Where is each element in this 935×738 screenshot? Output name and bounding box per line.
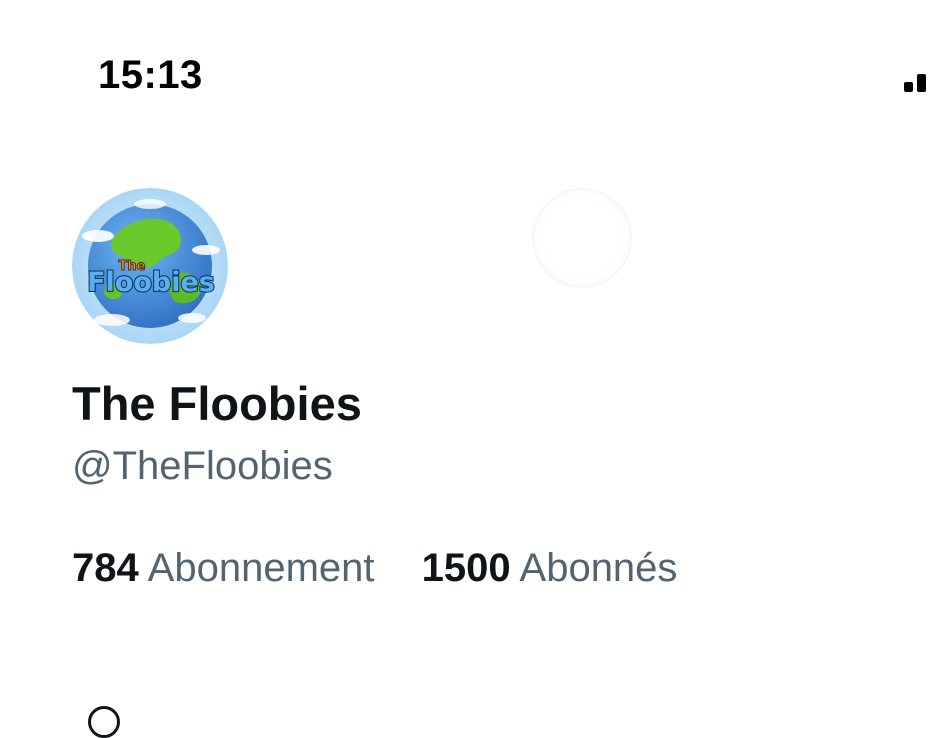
profile-name: The Floobies bbox=[72, 377, 362, 430]
followers-label: Abonnés bbox=[519, 546, 678, 590]
followers-link[interactable]: 1500 Abonnés bbox=[422, 544, 678, 592]
faded-action-button[interactable] bbox=[532, 188, 632, 288]
signal-bar bbox=[917, 74, 926, 92]
floobies-globe-logo-icon: The Floobies bbox=[72, 188, 228, 344]
profile-handle: @TheFloobies bbox=[72, 444, 333, 488]
avatar[interactable]: The Floobies bbox=[72, 188, 228, 344]
signal-bar bbox=[904, 82, 913, 92]
followers-count: 1500 bbox=[421, 546, 511, 590]
location-icon bbox=[88, 706, 120, 738]
status-time: 15:13 bbox=[98, 53, 203, 97]
svg-text:Floobies: Floobies bbox=[87, 267, 215, 298]
following-count: 784 bbox=[72, 546, 139, 590]
status-bar: 15:13 bbox=[0, 0, 935, 130]
profile-stats: 784 Abonnement 1500 Abonnés bbox=[72, 544, 713, 592]
following-link[interactable]: 784 Abonnement bbox=[72, 544, 375, 592]
cellular-signal-icon bbox=[904, 72, 935, 92]
following-label: Abonnement bbox=[147, 546, 375, 590]
